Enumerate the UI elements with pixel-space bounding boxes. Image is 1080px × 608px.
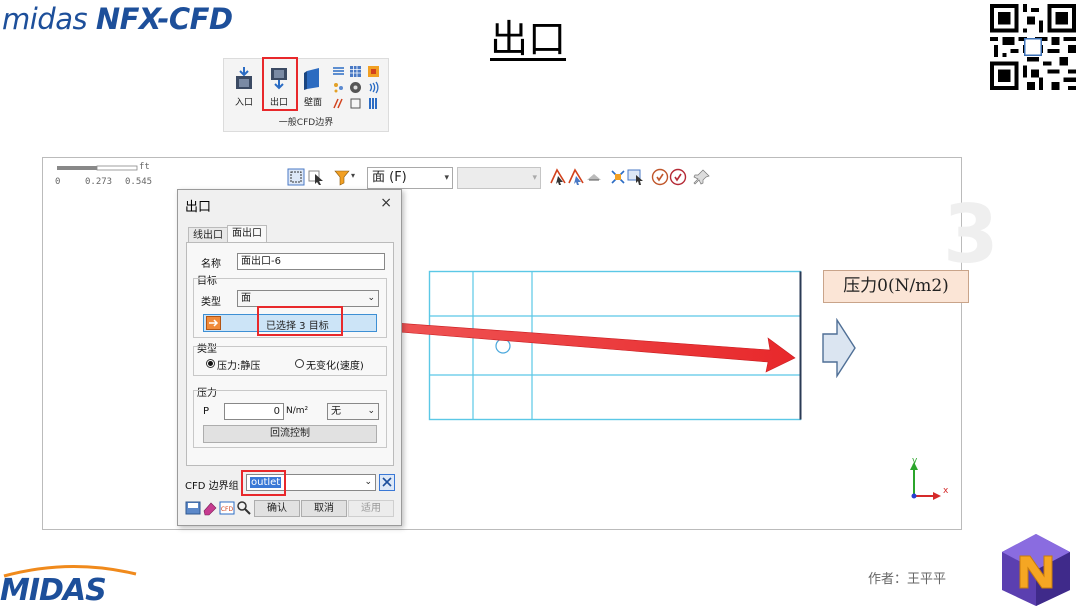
check-red-icon[interactable]: [669, 168, 687, 186]
deselect-icon[interactable]: [609, 168, 627, 186]
wall-icon: [304, 68, 319, 90]
axis-x-label: x: [943, 486, 949, 496]
outlet-direction-arrow-icon: [822, 318, 856, 378]
name-field[interactable]: 面出口-6: [237, 253, 385, 270]
layers-icon[interactable]: [367, 97, 380, 110]
ribbon-wall-label: 壁面: [303, 98, 322, 108]
eraser-icon[interactable]: [202, 500, 218, 516]
chevron-down-icon: ⌄: [364, 477, 372, 487]
ruler-unit: ft: [139, 162, 150, 172]
ribbon-inlet-button[interactable]: 入口: [228, 63, 260, 109]
view-mode-combo[interactable]: 面 (F) ▾: [367, 167, 453, 189]
radio-static-pressure-label: 压力:静压: [217, 361, 261, 372]
dialog-title: 出口: [185, 200, 212, 215]
target-type-label: 类型: [201, 297, 221, 308]
search-icon[interactable]: [236, 500, 252, 516]
outlet-dialog: 出口 × 线出口 面出口 名称 面出口-6 目标 类型 面 ⌄ 已选择 3 目标 …: [177, 189, 402, 526]
box-icon[interactable]: [349, 97, 362, 110]
brand-product: NFX-CFD: [95, 2, 233, 36]
pressure-unit: N/m²: [286, 406, 309, 416]
pressure-p-label: P: [203, 406, 210, 417]
periodic-icon[interactable]: [332, 65, 345, 78]
tab-face-outlet[interactable]: 面出口: [227, 225, 267, 243]
filter-dropdown-arrow-icon[interactable]: ▾: [351, 171, 355, 180]
pressure-callout: 压力0(N/m2): [823, 270, 969, 303]
fan-icon[interactable]: [349, 81, 362, 94]
select-face-icon[interactable]: [567, 168, 585, 186]
filter-icon[interactable]: [333, 168, 351, 186]
watermark-glyph: 3: [943, 188, 999, 281]
save-icon[interactable]: [185, 500, 201, 516]
ruler-label-2: 0.545: [125, 177, 153, 187]
qr-code-icon: [990, 4, 1076, 90]
slide-title: 出口: [490, 17, 567, 61]
select-by-id-icon[interactable]: [627, 168, 645, 186]
select-box-icon[interactable]: [287, 168, 305, 186]
cancel-button[interactable]: 取消: [301, 500, 347, 517]
bc-group-highlight: [241, 470, 286, 496]
chevron-down-icon: ⌄: [367, 293, 375, 303]
axis-y-label: y: [912, 456, 918, 466]
nfx-app-icon: [1002, 534, 1070, 606]
pressure-function-select[interactable]: 无 ⌄: [327, 403, 379, 420]
radio-no-change-label: 无变化(速度): [306, 361, 364, 372]
brand-logo: midas NFX-CFD: [2, 2, 233, 36]
svg-text:CFD: CFD: [221, 506, 234, 513]
backflow-control-button[interactable]: 回流控制: [203, 425, 377, 443]
symmetry-icon[interactable]: [332, 97, 345, 110]
porous-icon[interactable]: [332, 81, 345, 94]
target-type-value: 面: [241, 293, 251, 304]
midas-logo: MIDAS: [0, 565, 137, 608]
inlet-icon: [236, 67, 252, 89]
ruler-label-0: 0: [55, 177, 61, 187]
select-mesh-icon[interactable]: [585, 168, 603, 186]
tab-line-outlet[interactable]: 线出口: [188, 227, 228, 243]
midas-swoosh-icon: [3, 565, 137, 578]
radio-no-change[interactable]: [295, 359, 304, 368]
select-edge-icon[interactable]: [549, 168, 567, 186]
target-type-select[interactable]: 面 ⌄: [237, 290, 379, 307]
author-credit: 作者：王平平: [868, 572, 947, 587]
bc-group-manager-icon[interactable]: [379, 474, 395, 491]
selection-highlight: [257, 306, 343, 336]
apply-button[interactable]: 适用: [348, 500, 394, 517]
ok-button[interactable]: 确认: [254, 500, 300, 517]
pressure-function-value: 无: [331, 406, 341, 417]
secondary-combo[interactable]: ▾: [457, 167, 541, 189]
heat-source-icon[interactable]: [367, 65, 380, 78]
radiation-icon[interactable]: [367, 81, 380, 94]
scale-ruler: [57, 165, 138, 171]
check-orange-icon[interactable]: [651, 168, 669, 186]
ribbon-group-caption: 一般CFD边界: [278, 118, 334, 128]
ribbon-inlet-label: 入口: [234, 98, 253, 108]
view-mode-value: 面 (F): [372, 170, 407, 185]
radio-static-pressure[interactable]: [206, 359, 215, 368]
select-pointer-icon[interactable]: [307, 168, 325, 186]
dialog-panel: 名称 面出口-6 目标 类型 面 ⌄ 已选择 3 目标 类型 压力:静压 无变化(…: [186, 242, 394, 466]
pressure-value-field[interactable]: 0: [224, 403, 284, 420]
chevron-down-icon: ⌄: [367, 406, 375, 416]
grid-icon[interactable]: [349, 65, 362, 78]
pin-icon[interactable]: [693, 168, 711, 186]
ribbon-cfd-boundary-group: 入口 出口 壁面 一般CFD边界: [223, 57, 389, 132]
midas-logo-text: MIDAS: [0, 573, 107, 608]
chevron-down-icon: ▾: [532, 173, 537, 183]
bc-group-label: CFD 边界组: [185, 481, 239, 492]
close-icon[interactable]: ×: [380, 195, 392, 211]
name-label: 名称: [201, 259, 221, 270]
chevron-down-icon: ▾: [444, 173, 449, 183]
cfd-icon[interactable]: CFD: [219, 500, 235, 516]
ruler-label-1: 0.273: [85, 177, 113, 187]
ribbon-outlet-highlight: [262, 57, 298, 111]
brand-prefix: midas: [2, 2, 88, 36]
pick-target-icon[interactable]: [206, 316, 221, 330]
ribbon-wall-button[interactable]: 壁面: [297, 63, 329, 109]
